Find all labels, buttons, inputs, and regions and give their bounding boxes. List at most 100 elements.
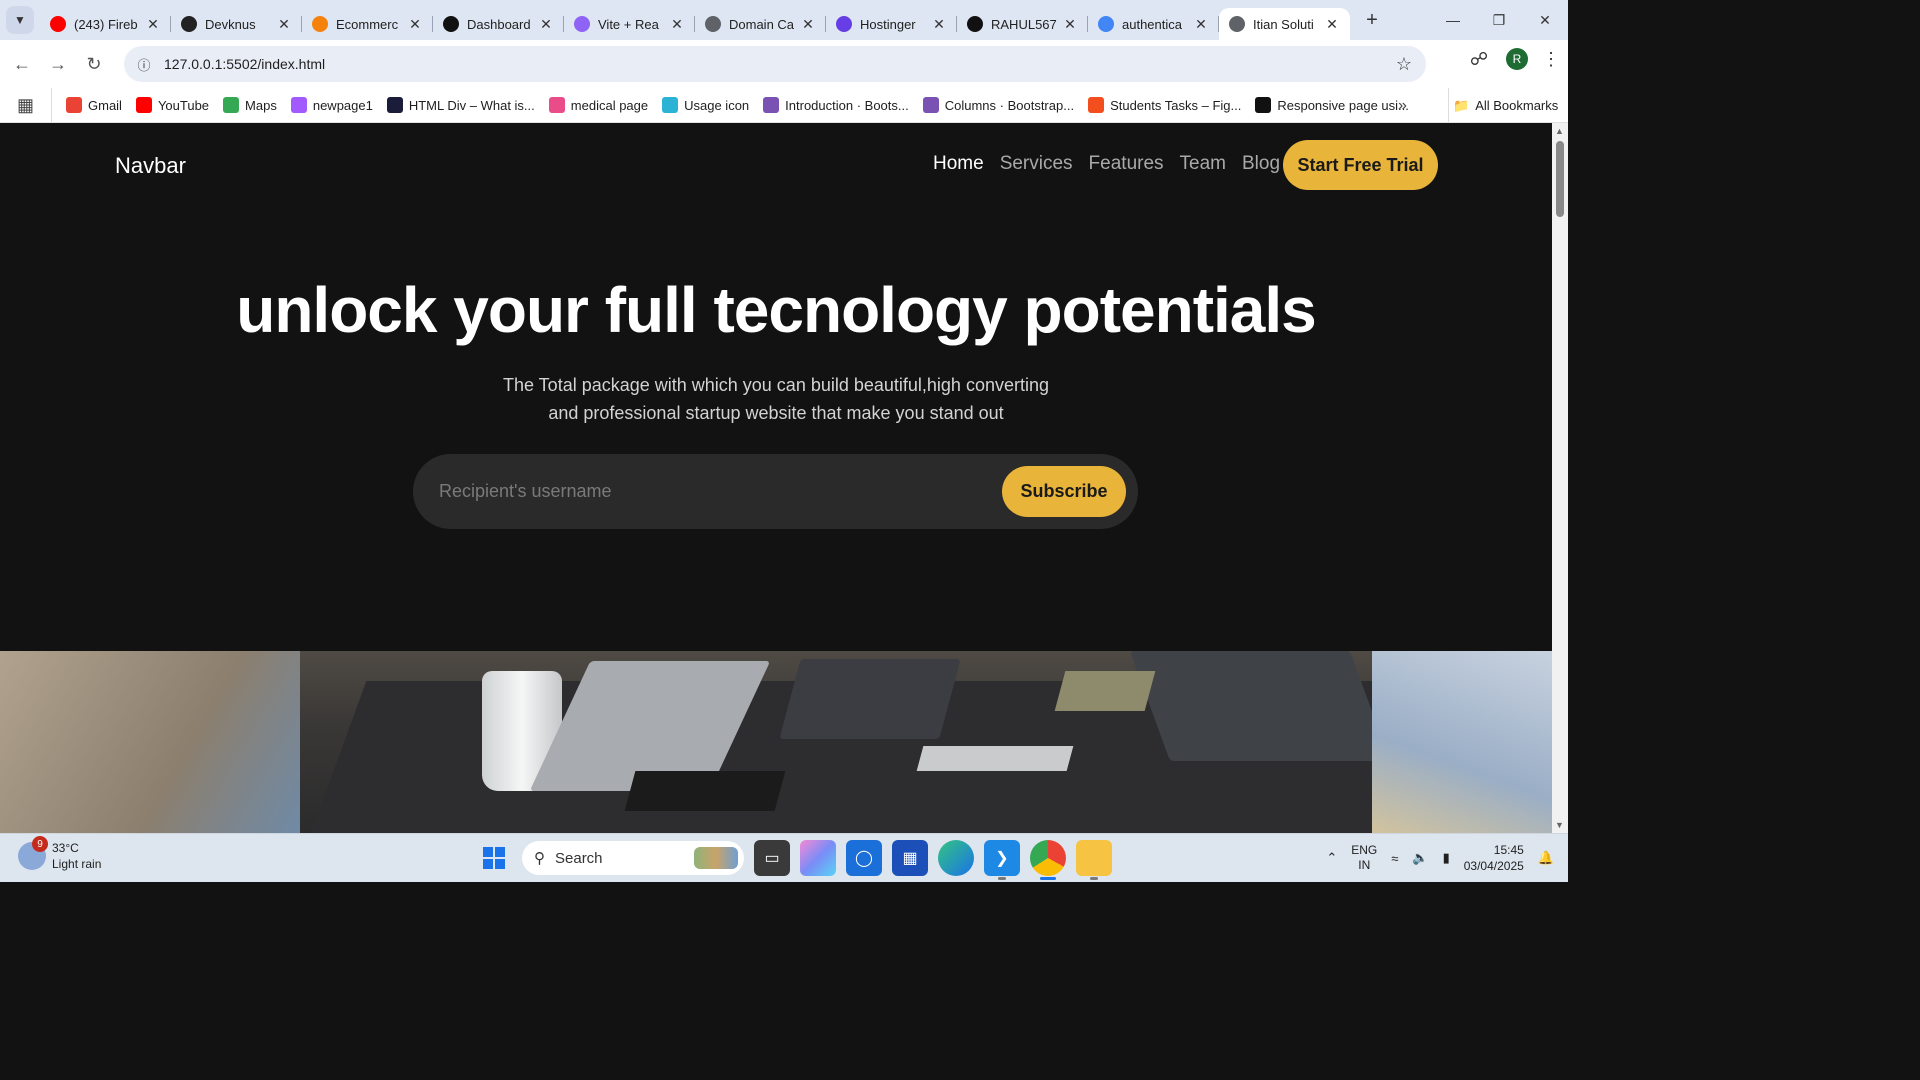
scroll-down-icon[interactable]: ▼ <box>1555 820 1564 830</box>
nav-link-features[interactable]: Features <box>1089 153 1164 175</box>
apps-grid-icon[interactable]: ▦ <box>0 87 52 123</box>
bookmark-item[interactable]: Gmail <box>66 97 122 113</box>
close-window-icon[interactable]: ✕ <box>1522 0 1568 40</box>
bookmark-item[interactable]: Usage icon <box>662 97 749 113</box>
tab[interactable]: Devknus ✕ <box>171 8 302 40</box>
profile-avatar[interactable]: R <box>1506 48 1528 70</box>
youtube-icon <box>135 97 152 113</box>
subscribe-form: Subscribe <box>413 454 1138 529</box>
globe-icon <box>705 16 721 32</box>
tab[interactable]: Ecommerc ✕ <box>302 8 433 40</box>
nav-link-services[interactable]: Services <box>1000 153 1073 175</box>
reload-icon[interactable]: ↻ <box>76 46 112 82</box>
forward-icon[interactable]: → <box>40 46 76 82</box>
close-tab-icon[interactable]: ✕ <box>1062 16 1078 33</box>
minimize-icon[interactable]: — <box>1430 0 1476 40</box>
tab[interactable]: authentica ✕ <box>1088 8 1219 40</box>
tab-search-icon[interactable]: ▼ <box>6 6 34 34</box>
clock[interactable]: 15:45 03/04/2025 <box>1464 842 1524 874</box>
tab-title: Hostinger <box>860 16 916 32</box>
volume-icon[interactable]: 🔈 <box>1412 850 1428 866</box>
copilot-icon[interactable] <box>800 840 836 876</box>
camera-app-icon[interactable]: ◯ <box>846 840 882 876</box>
show-hidden-icons-icon[interactable]: ⌃ <box>1326 850 1337 866</box>
tab-title: authentica <box>1122 16 1182 32</box>
extensions-icon[interactable]: ☍ <box>1466 46 1492 72</box>
bookmark-star-icon[interactable]: ☆ <box>1396 54 1412 75</box>
firebase-icon <box>312 16 328 32</box>
bookmark-item[interactable]: Introduction · Boots... <box>763 97 909 113</box>
close-tab-icon[interactable]: ✕ <box>1193 16 1209 33</box>
close-tab-icon[interactable]: ✕ <box>276 16 292 33</box>
youtube-icon <box>50 16 66 32</box>
battery-icon[interactable]: ▮ <box>1443 850 1450 866</box>
tab-title: Dashboard <box>467 16 531 32</box>
weather-widget[interactable]: 9 33°C Light rain <box>18 836 101 872</box>
navbar-brand[interactable]: Navbar <box>115 153 186 179</box>
tab[interactable]: RAHUL567 ✕ <box>957 8 1088 40</box>
tab[interactable]: (243) Fireb ✕ <box>40 8 171 40</box>
notifications-icon[interactable]: 🔔 <box>1538 850 1554 866</box>
back-icon[interactable]: ← <box>4 46 40 82</box>
bookmark-item[interactable]: Columns · Bootstrap... <box>922 97 1074 113</box>
close-tab-icon[interactable]: ✕ <box>145 16 161 33</box>
close-tab-icon[interactable]: ✕ <box>538 16 554 33</box>
vscode-icon[interactable]: ❯ <box>984 840 1020 880</box>
store-icon[interactable]: ▦ <box>892 840 928 876</box>
taskbar-search[interactable]: ⚲ Search <box>522 841 744 875</box>
bookmark-item[interactable]: newpage1 <box>290 97 373 113</box>
restore-icon[interactable]: ❐ <box>1476 0 1522 40</box>
start-free-trial-button[interactable]: Start Free Trial <box>1283 140 1438 190</box>
bookmark-item[interactable]: Students Tasks – Fig... <box>1088 97 1241 113</box>
wifi-icon[interactable]: ≈ <box>1391 851 1398 866</box>
bookmark-item[interactable]: YouTube <box>135 97 210 113</box>
tab[interactable]: Hostinger ✕ <box>826 8 957 40</box>
tab[interactable]: Dashboard ✕ <box>433 8 564 40</box>
tab[interactable]: Vite + Rea ✕ <box>564 8 695 40</box>
bookmark-label: YouTube <box>157 97 210 113</box>
bookmarks-bar: ▦ Gmail YouTube Maps newpage1 HTML Div – Wha… <box>0 87 1568 123</box>
task-view-icon[interactable]: ▭ <box>754 840 790 876</box>
globe-icon <box>1229 16 1245 32</box>
dribbble-icon <box>548 97 565 113</box>
nav-link-home[interactable]: Home <box>933 153 984 175</box>
edge-icon[interactable] <box>938 840 974 876</box>
browser-toolbar: ← → ↻ ⓘ 127.0.0.1:5502/index.html ☆ ☍ R … <box>0 40 1568 88</box>
subscribe-button[interactable]: Subscribe <box>1002 466 1126 517</box>
bookmark-item[interactable]: HTML Div – What is... <box>386 97 535 113</box>
all-bookmarks-button[interactable]: 📁 All Bookmarks <box>1448 88 1558 123</box>
tab[interactable]: Itian Soluti ✕ <box>1219 8 1350 40</box>
more-menu-icon[interactable]: ⋮ <box>1542 49 1560 70</box>
page-scrollbar[interactable]: ▲ ▼ <box>1552 123 1568 833</box>
file-explorer-icon[interactable] <box>1076 840 1112 880</box>
url-text[interactable]: 127.0.0.1:5502/index.html <box>164 56 325 72</box>
nav-link-team[interactable]: Team <box>1180 153 1226 175</box>
tab-list: (243) Fireb ✕ Devknus ✕ Ecommerc ✕ Dashboard ✕ V… <box>40 0 1350 40</box>
site-info-icon[interactable]: ⓘ <box>128 55 160 74</box>
bookmark-item[interactable]: Maps <box>223 97 277 113</box>
bookmark-item[interactable]: medical page <box>548 97 648 113</box>
close-tab-icon[interactable]: ✕ <box>931 16 947 33</box>
scroll-up-icon[interactable]: ▲ <box>1555 126 1564 136</box>
scroll-thumb[interactable] <box>1556 141 1564 217</box>
more-bookmarks-icon[interactable]: » <box>1398 88 1407 123</box>
close-tab-icon[interactable]: ✕ <box>800 16 816 33</box>
language-indicator[interactable]: ENG IN <box>1351 843 1377 873</box>
chrome-icon[interactable] <box>1030 840 1066 880</box>
tab[interactable]: Domain Ca ✕ <box>695 8 826 40</box>
close-tab-icon[interactable]: ✕ <box>1324 16 1340 33</box>
recipient-username-input[interactable] <box>439 454 999 529</box>
search-icon: ⚲ <box>534 850 545 867</box>
start-icon[interactable] <box>476 840 512 876</box>
close-tab-icon[interactable]: ✕ <box>669 16 685 33</box>
bookmark-item[interactable]: Responsive page usi... <box>1255 97 1409 113</box>
new-tab-icon[interactable]: + <box>1358 6 1386 34</box>
nav-link-blog[interactable]: Blog <box>1242 153 1280 175</box>
weather-icon: 9 <box>18 836 48 870</box>
tab-title: Domain Ca <box>729 16 795 32</box>
taskbar: 9 33°C Light rain ⚲ Search ▭ ◯ ▦ ❯ ⌃ ENG… <box>0 833 1568 882</box>
address-bar[interactable]: ⓘ 127.0.0.1:5502/index.html ☆ <box>124 46 1426 82</box>
bookmark-label: Usage icon <box>684 97 750 113</box>
devknus-icon <box>181 16 197 32</box>
close-tab-icon[interactable]: ✕ <box>407 16 423 33</box>
